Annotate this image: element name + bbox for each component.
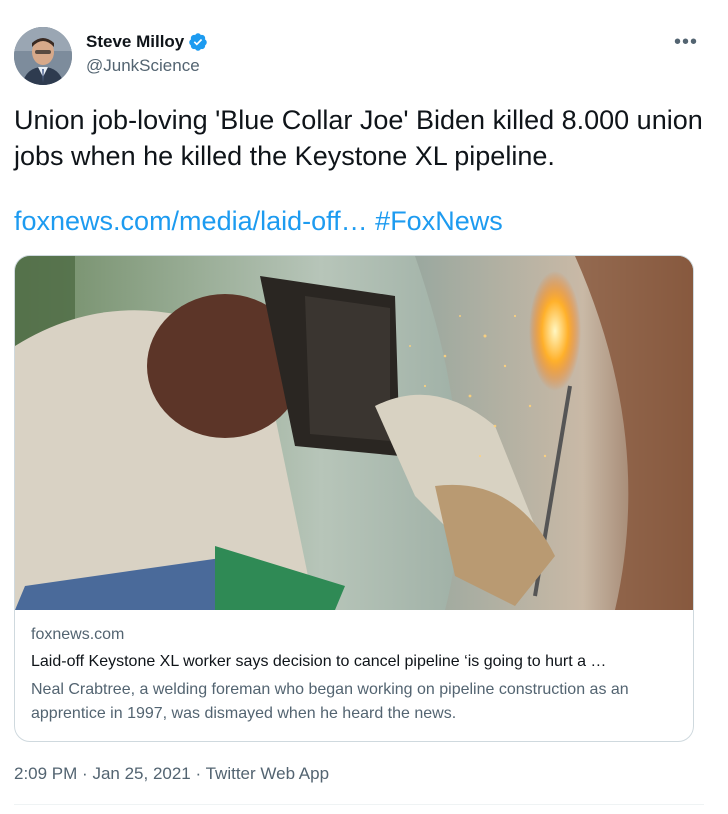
card-body: foxnews.com Laid-off Keystone XL worker … [31, 626, 681, 726]
meta-separator: · [82, 764, 88, 783]
card-description: Neal Crabtree, a welding foreman who beg… [31, 681, 629, 722]
article-link[interactable]: foxnews.com/media/laid-off… [14, 206, 368, 236]
meta-separator: · [195, 764, 202, 783]
card-title: Laid-off Keystone XL worker says decisio… [31, 653, 607, 670]
divider [14, 804, 704, 805]
author-handle[interactable]: @JunkScience [86, 56, 208, 76]
avatar-image [14, 27, 72, 85]
tweet-header: Steve Milloy @JunkScience ••• [14, 27, 704, 89]
display-name[interactable]: Steve Milloy [86, 32, 184, 52]
display-name-row: Steve Milloy [86, 32, 208, 52]
card-image[interactable] [15, 256, 693, 610]
avatar[interactable] [14, 27, 72, 85]
verified-badge-icon [188, 32, 208, 52]
author-names: Steve Milloy @JunkScience [86, 32, 208, 76]
link-preview-card[interactable]: foxnews.com Laid-off Keystone XL worker … [14, 255, 694, 742]
tweet-meta: 2:09 PM · Jan 25, 2021 · Twitter Web App [14, 764, 329, 784]
tweet-text: Union job-loving 'Blue Collar Joe' Biden… [14, 105, 703, 171]
more-options-icon[interactable]: ••• [674, 31, 698, 54]
welder-photo [15, 256, 693, 610]
hashtag-link[interactable]: #FoxNews [375, 206, 503, 236]
tweet-source[interactable]: Twitter Web App [206, 764, 329, 783]
card-domain: foxnews.com [31, 626, 125, 643]
tweet-time[interactable]: 2:09 PM [14, 764, 77, 783]
tweet-date[interactable]: Jan 25, 2021 [92, 764, 190, 783]
tweet-links: foxnews.com/media/laid-off… #FoxNews [14, 203, 503, 239]
